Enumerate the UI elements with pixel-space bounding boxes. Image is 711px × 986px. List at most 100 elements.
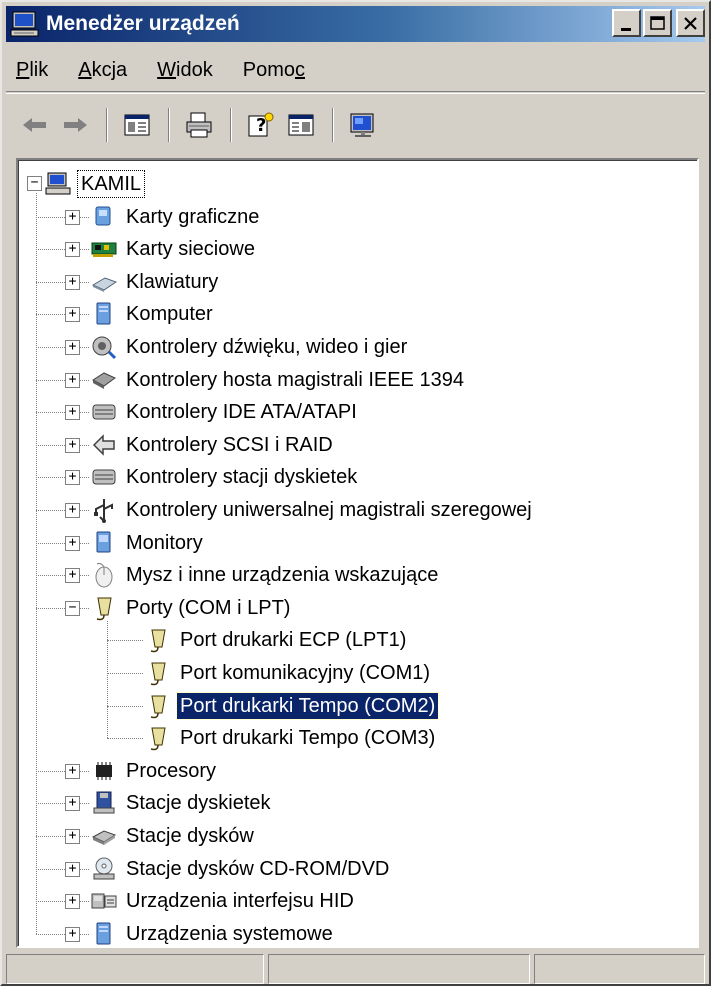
- close-button[interactable]: [676, 9, 705, 37]
- menu-bar: Plik Akcja Widok Pomoc: [6, 50, 705, 92]
- tree-category-label: Urządzenia systemowe: [126, 922, 333, 945]
- tree-connector: [36, 901, 89, 903]
- hid-icon: [91, 893, 117, 909]
- expand-toggle[interactable]: +: [65, 535, 80, 551]
- tree-category-kontrolery-dzwieku-wideo-i-gier[interactable]: Kontrolery dźwięku, wideo i gier: [91, 332, 410, 362]
- maximize-button[interactable]: [643, 9, 672, 37]
- floppy-drive-icon: [93, 791, 115, 814]
- expand-toggle[interactable]: +: [65, 796, 80, 812]
- tree-category-label: Urządzenia interfejsu HID: [126, 890, 354, 913]
- tree-category-stacje-dyskow[interactable]: Stacje dysków: [91, 821, 257, 851]
- device-tree-panel[interactable]: − KAMIL + Karty graficzne + Karty sieciowe +…: [16, 158, 699, 948]
- port-item[interactable]: Port komunikacyjny (COM1): [145, 658, 433, 688]
- tree-connector: [36, 281, 89, 283]
- keyboard-icon: [91, 277, 117, 292]
- tree-category-kontrolery-hosta-magistrali-ieee-1394[interactable]: Kontrolery hosta magistrali IEEE 1394: [91, 365, 467, 395]
- tree-category-label: Procesory: [126, 759, 217, 782]
- expand-toggle[interactable]: +: [65, 340, 80, 355]
- tree-category-stacje-dyskietek[interactable]: Stacje dyskietek: [91, 788, 274, 818]
- title-bar[interactable]: Menedżer urządzeń: [6, 6, 705, 42]
- tree-category-label: Kontrolery SCSI i RAID: [126, 433, 333, 456]
- expand-toggle[interactable]: +: [65, 405, 80, 421]
- port-label: Port komunikacyjny (COM1): [180, 662, 431, 684]
- tree-category-kontrolery-uniwersalnej-magistrali-szeregowej[interactable]: Kontrolery uniwersalnej magistrali szere…: [91, 495, 535, 525]
- menu-akcja[interactable]: Akcja: [78, 59, 127, 82]
- tree-category-stacje-dyskow-cd-rom-dvd[interactable]: Stacje dysków CD-ROM/DVD: [91, 854, 392, 884]
- expand-toggle[interactable]: +: [65, 209, 80, 225]
- expand-toggle[interactable]: +: [65, 894, 80, 910]
- port-item[interactable]: Port drukarki ECP (LPT1): [145, 625, 409, 655]
- expand-toggle[interactable]: +: [65, 470, 80, 486]
- root-label: KAMIL: [77, 170, 146, 198]
- tree-category-kontrolery-stacji-dyskietek[interactable]: Kontrolery stacji dyskietek: [91, 462, 360, 492]
- tree-category-karty-sieciowe[interactable]: Karty sieciowe: [91, 234, 258, 264]
- mouse-icon: [95, 563, 113, 588]
- tree-root[interactable]: KAMIL: [45, 169, 146, 199]
- back-button[interactable]: [16, 106, 54, 144]
- ieee1394-icon: [92, 372, 116, 389]
- menu-pomoc[interactable]: Pomoc: [243, 59, 305, 82]
- port-icon: [96, 597, 112, 621]
- tree-category-label: Stacje dysków CD-ROM/DVD: [126, 857, 390, 880]
- tree-category-kontrolery-scsi-i-raid[interactable]: Kontrolery SCSI i RAID: [91, 430, 336, 460]
- root-collapse-toggle[interactable]: −: [27, 176, 42, 191]
- tree-category-monitory[interactable]: Monitory: [91, 528, 206, 558]
- expand-toggle[interactable]: +: [65, 372, 80, 388]
- expand-toggle[interactable]: +: [65, 861, 80, 877]
- computer-icon: [96, 302, 111, 325]
- expand-toggle[interactable]: +: [65, 242, 80, 258]
- tree-category-urzadzenia-interfejsu-hid[interactable]: Urządzenia interfejsu HID: [91, 886, 357, 916]
- tree-connector: [36, 542, 89, 544]
- show-hide-tree-button[interactable]: [118, 106, 156, 144]
- expand-toggle[interactable]: +: [65, 763, 80, 779]
- menu-plik[interactable]: Plik: [16, 59, 48, 82]
- status-pane-3: [534, 954, 705, 984]
- console-tree-button[interactable]: [282, 106, 320, 144]
- tree-category-mysz-i-inne-urzadzenia-wskazujace[interactable]: Mysz i inne urządzenia wskazujące: [91, 560, 441, 590]
- forward-button[interactable]: [56, 106, 94, 144]
- port-icon: [150, 695, 166, 718]
- tree-category-porty-com-i-lpt[interactable]: Porty (COM i LPT): [91, 593, 293, 623]
- port-label: Port drukarki Tempo (COM2): [175, 691, 440, 720]
- port-label: Port drukarki Tempo (COM3): [180, 727, 436, 750]
- tree-category-urzadzenia-systemowe[interactable]: Urządzenia systemowe: [91, 919, 336, 946]
- port-item[interactable]: Port drukarki Tempo (COM3): [145, 723, 438, 753]
- tree-category-label: Kontrolery stacji dyskietek: [126, 466, 358, 489]
- tree-category-karty-graficzne[interactable]: Karty graficzne: [91, 202, 262, 232]
- console-tree-icon: [288, 114, 314, 136]
- tree-category-label: Karty sieciowe: [126, 238, 255, 261]
- disk-drive-icon: [91, 830, 117, 845]
- network-card-icon: [91, 242, 117, 258]
- toolbar-divider: [332, 108, 334, 142]
- tree-category-label: Mysz i inne urządzenia wskazujące: [126, 564, 439, 587]
- floppy-controller-icon: [92, 469, 116, 485]
- tree-category-kontrolery-ide-ata-atapi[interactable]: Kontrolery IDE ATA/ATAPI: [91, 397, 360, 427]
- port-label: Port drukarki ECP (LPT1): [180, 629, 407, 652]
- expand-toggle[interactable]: +: [65, 437, 80, 453]
- port-icon: [150, 727, 166, 751]
- tree-category-label: Porty (COM i LPT): [126, 596, 291, 619]
- tree-connector: [36, 314, 89, 316]
- menu-widok[interactable]: Widok: [157, 59, 213, 82]
- help-button[interactable]: ?: [242, 106, 280, 144]
- tree-connector: [107, 738, 143, 740]
- scan-hardware-button[interactable]: [344, 106, 382, 144]
- tree-category-procesory[interactable]: Procesory: [91, 756, 219, 786]
- tree-category-label: Kontrolery dźwięku, wideo i gier: [126, 336, 408, 358]
- print-button[interactable]: [180, 106, 218, 144]
- tree-category-komputer[interactable]: Komputer: [91, 299, 216, 329]
- port-item[interactable]: Port drukarki Tempo (COM2): [145, 691, 440, 721]
- minimize-button[interactable]: [612, 9, 641, 37]
- expand-toggle[interactable]: +: [65, 568, 80, 584]
- port-icon: [150, 629, 166, 653]
- expand-toggle[interactable]: +: [65, 829, 80, 844]
- tree-category-label: Karty graficzne: [126, 205, 260, 228]
- menu-separator: [6, 93, 705, 94]
- expand-toggle[interactable]: +: [65, 274, 80, 290]
- tree-category-klawiatury[interactable]: Klawiatury: [91, 267, 221, 297]
- expand-toggle[interactable]: +: [65, 503, 80, 518]
- expand-toggle[interactable]: −: [65, 600, 80, 616]
- expand-toggle[interactable]: +: [65, 307, 80, 323]
- expand-toggle[interactable]: +: [65, 926, 80, 942]
- print-icon: [186, 112, 212, 138]
